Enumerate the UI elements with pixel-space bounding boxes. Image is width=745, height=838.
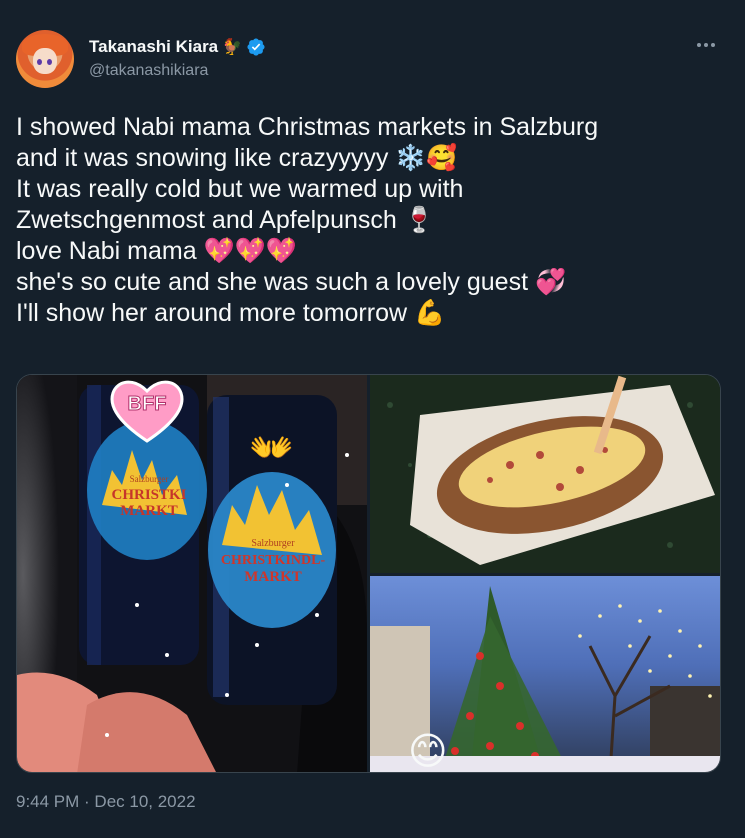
chicken-emoji-icon: 🐓: [222, 37, 243, 56]
display-name[interactable]: Takanashi Kiara: [89, 37, 218, 57]
mug-left-line: CHRISTKI: [111, 487, 187, 503]
dot-icon: [697, 43, 701, 47]
more-options-button[interactable]: [691, 34, 721, 56]
bff-sticker-text: BFF: [127, 393, 167, 416]
verified-badge-icon: [247, 38, 265, 56]
smile-emoji-icon: 😊: [408, 729, 448, 773]
author-names: Takanashi Kiara 🐓 @takanashikiara: [89, 36, 266, 80]
baked-potato-illustration: [370, 375, 720, 573]
mug-right-line: CHRISTKINDL-: [220, 553, 326, 568]
tweet-timestamp[interactable]: 9:44 PM · Dec 10, 2022: [16, 792, 196, 812]
dot-icon: [711, 43, 715, 47]
mug-left-line: MARKT: [120, 503, 178, 519]
hands-emoji-icon: 👐: [249, 428, 294, 469]
photo-mugs[interactable]: BFF Salzburger CHRISTKI MARKT Salzburger…: [17, 375, 367, 772]
mug-left-line: Salzburger: [129, 474, 169, 484]
tweet-line: love Nabi mama 💖💖💖: [16, 237, 297, 265]
mug-left-label: Salzburger CHRISTKI MARKT: [109, 471, 189, 519]
mug-right-line: Salzburger: [251, 538, 295, 549]
tweet-text: I showed Nabi mama Christmas markets in …: [16, 112, 729, 329]
author-handle[interactable]: @takanashikiara: [89, 62, 266, 80]
dot-icon: [704, 43, 708, 47]
photo-baked-potato[interactable]: [370, 375, 720, 573]
mug-right-label: Salzburger CHRISTKINDL- MARKT: [217, 535, 329, 586]
avatar[interactable]: [16, 30, 74, 88]
tweet-line: I showed Nabi mama Christmas markets in …: [16, 113, 599, 141]
tweet-line: she's so cute and she was such a lovely …: [16, 268, 567, 296]
tweet-line: Zwetschgenmost and Apfelpunsch 🍷: [16, 206, 435, 234]
tweet-line: It was really cold but we warmed up with: [16, 175, 464, 203]
tweet-line: I'll show her around more tomorrow 💪: [16, 299, 446, 327]
media-grid: BFF Salzburger CHRISTKI MARKT Salzburger…: [16, 374, 721, 773]
avatar-eye-right: [47, 59, 52, 65]
display-name-row: Takanashi Kiara 🐓: [89, 36, 266, 58]
avatar-eye-left: [37, 59, 42, 65]
photo-christmas-tree[interactable]: 😊: [370, 576, 720, 773]
mug-right-line: MARKT: [244, 569, 302, 585]
tweet-header: Takanashi Kiara 🐓 @takanashikiara: [16, 30, 729, 92]
tweet-line: and it was snowing like crazyyyyy ❄️🥰: [16, 144, 458, 172]
